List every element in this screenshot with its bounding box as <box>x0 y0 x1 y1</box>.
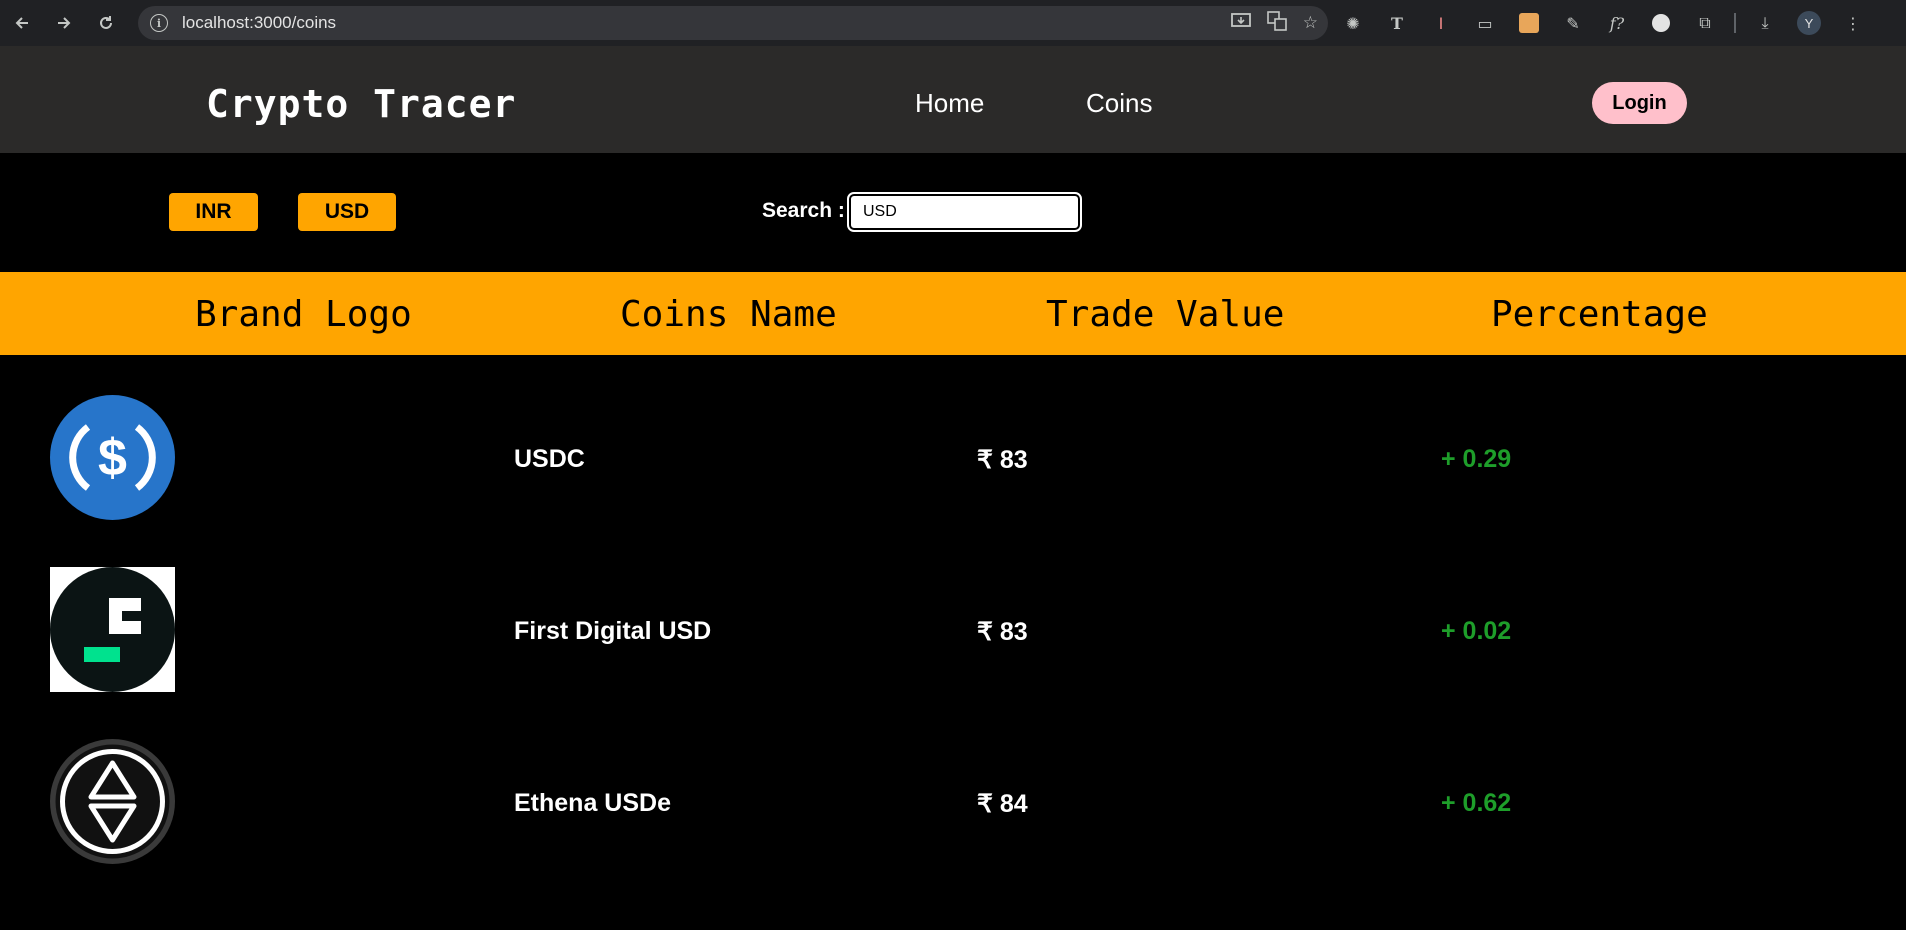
bookmark-star-icon[interactable]: ☆ <box>1303 13 1318 33</box>
screen-extension-icon[interactable]: ▭ <box>1470 8 1500 38</box>
text-extension-icon[interactable]: T <box>1382 8 1412 38</box>
search-label: Search : <box>762 199 845 222</box>
column-brand-logo: Brand Logo <box>195 294 412 335</box>
puzzle-extensions-icon[interactable]: ⧉ <box>1690 8 1720 38</box>
back-icon[interactable] <box>8 9 36 37</box>
translate-icon[interactable] <box>1266 10 1287 36</box>
app-header: Crypto Tracer Home Coins Login <box>0 46 1906 153</box>
search-input[interactable] <box>847 192 1082 232</box>
circle-extension-icon[interactable] <box>1646 8 1676 38</box>
formula-extension-icon[interactable]: f? <box>1602 8 1632 38</box>
inr-button[interactable]: INR <box>169 193 258 231</box>
browser-toolbar: i localhost:3000/coins ☆ ✺ T I ▭ ✎ f? ⧉ … <box>0 0 1906 46</box>
gear-extension-icon[interactable]: ✺ <box>1338 8 1368 38</box>
nav-coins[interactable]: Coins <box>1086 88 1152 119</box>
brand-title[interactable]: Crypto Tracer <box>206 82 516 126</box>
table-row[interactable]: First Digital USD ₹ 83 + 0.02 <box>0 567 1906 739</box>
address-bar[interactable]: i localhost:3000/coins ☆ <box>138 6 1328 40</box>
forward-icon[interactable] <box>50 9 78 37</box>
column-coins-name: Coins Name <box>620 294 837 335</box>
orange-extension-icon[interactable] <box>1514 8 1544 38</box>
usdc-logo: $ <box>50 395 175 520</box>
usd-button[interactable]: USD <box>298 193 396 231</box>
url-text[interactable]: localhost:3000/coins <box>182 13 336 33</box>
site-info-icon[interactable]: i <box>150 14 168 32</box>
first-digital-usd-logo <box>50 567 175 692</box>
trade-value: ₹ 83 <box>977 618 1028 646</box>
percentage-change: + 0.02 <box>1441 617 1512 645</box>
trade-value: ₹ 83 <box>977 446 1028 474</box>
install-app-icon[interactable] <box>1230 12 1251 35</box>
percentage-change: + 0.29 <box>1441 445 1512 473</box>
nav-home[interactable]: Home <box>915 88 984 119</box>
reload-icon[interactable] <box>92 9 120 37</box>
ethena-usde-logo <box>50 739 175 864</box>
coin-name: Ethena USDe <box>514 789 671 817</box>
download-icon[interactable]: ⤓ <box>1750 8 1780 38</box>
table-header: Brand Logo Coins Name Trade Value Percen… <box>0 272 1906 355</box>
table-row[interactable]: Ethena USDe ₹ 84 + 0.62 <box>0 739 1906 911</box>
svg-text:$: $ <box>98 429 127 487</box>
table-row[interactable]: $ USDC ₹ 83 + 0.29 <box>0 395 1906 567</box>
column-trade-value: Trade Value <box>1046 294 1285 335</box>
trade-value: ₹ 84 <box>977 790 1028 818</box>
coin-name: First Digital USD <box>514 617 712 645</box>
browser-menu-icon[interactable]: ⋮ <box>1838 8 1868 38</box>
percentage-change: + 0.62 <box>1441 789 1512 817</box>
column-percentage: Percentage <box>1491 294 1708 335</box>
extensions-bar: ✺ T I ▭ ✎ f? ⧉ ⤓ Y ⋮ <box>1338 8 1868 38</box>
login-button[interactable]: Login <box>1592 82 1687 124</box>
cursor-extension-icon[interactable]: I <box>1426 8 1456 38</box>
coin-name: USDC <box>514 445 585 473</box>
eyedropper-icon[interactable]: ✎ <box>1558 8 1588 38</box>
toolbar-divider <box>1734 13 1736 33</box>
profile-avatar[interactable]: Y <box>1794 8 1824 38</box>
